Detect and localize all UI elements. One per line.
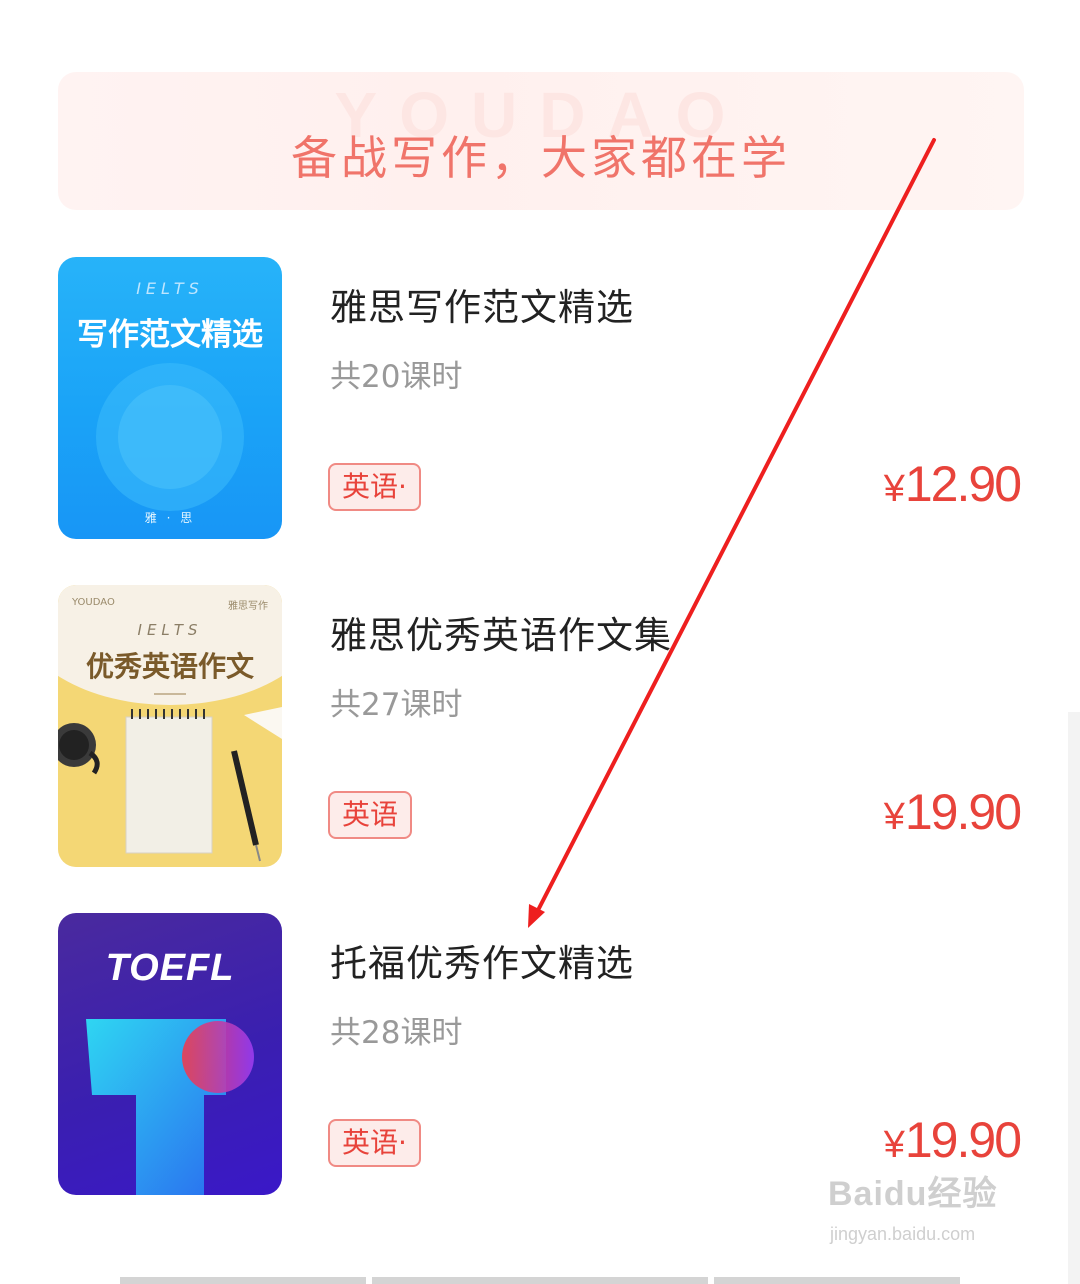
course-title[interactable]: 雅思优秀英语作文集	[330, 605, 672, 659]
section-banner: YOUDAO 备战写作，大家都在学	[58, 72, 1024, 210]
cover-brand: YOUDAO	[72, 597, 115, 608]
price-value: 19.90	[904, 784, 1022, 840]
course-item[interactable]: YOUDAO 雅思写作 IELTS 优秀英语作文 雅思优秀英语作文集 共27课时…	[58, 585, 1024, 867]
category-tag: 英语	[328, 791, 413, 839]
course-item[interactable]: IELTS 写作范文精选 雅 · 思 雅思写作范文精选 共20课时 英语· ¥1…	[58, 257, 1024, 539]
badge-icon	[96, 363, 244, 511]
course-cover[interactable]: TOEFL	[58, 913, 282, 1195]
course-cover[interactable]: IELTS 写作范文精选 雅 · 思	[58, 257, 282, 539]
price-value: 19.90	[904, 1112, 1022, 1168]
cover-divider	[154, 693, 186, 695]
course-price: ¥19.90	[883, 783, 1022, 841]
banner-title: 备战写作，大家都在学	[291, 131, 791, 185]
cover-footer: 雅 · 思	[144, 511, 196, 525]
cover-title: 写作范文精选	[77, 317, 263, 353]
scrollbar-track[interactable]	[1068, 712, 1080, 1284]
course-price: ¥12.90	[883, 455, 1022, 513]
notebook-icon	[58, 707, 282, 862]
course-lessons: 共27课时	[330, 687, 463, 723]
bottom-tab-indicator[interactable]	[372, 1277, 708, 1284]
course-title[interactable]: 托福优秀作文精选	[330, 933, 634, 987]
category-tag: 英语·	[328, 1119, 421, 1167]
toefl-t-icon	[86, 1019, 254, 1195]
cover-corner: 雅思写作	[228, 601, 268, 612]
category-tag: 英语·	[328, 463, 421, 511]
price-symbol: ¥	[883, 1124, 905, 1166]
cover-title: TOEFL	[105, 947, 235, 989]
course-cover[interactable]: YOUDAO 雅思写作 IELTS 优秀英语作文	[58, 585, 282, 867]
course-lessons: 共28课时	[330, 1015, 463, 1051]
course-lessons: 共20课时	[330, 359, 463, 395]
cover-top-label: IELTS	[136, 279, 204, 298]
course-price: ¥19.90	[883, 1111, 1022, 1169]
course-item[interactable]: TOEFL 托福优秀作文精选 共28课时 英语· ¥19.90	[58, 913, 1024, 1195]
bottom-tab-indicator[interactable]	[714, 1277, 960, 1284]
price-symbol: ¥	[883, 796, 905, 838]
bottom-tab-indicator[interactable]	[120, 1277, 366, 1284]
cover-top-label: IELTS	[137, 621, 203, 639]
course-title[interactable]: 雅思写作范文精选	[330, 277, 634, 331]
watermark-brand: Baidu经验	[828, 1175, 998, 1213]
price-symbol: ¥	[883, 468, 905, 510]
price-value: 12.90	[904, 456, 1022, 512]
cover-title: 优秀英语作文	[85, 650, 254, 683]
baidu-watermark: Baidu经验 jingyan.baidu.com	[828, 1166, 1024, 1256]
watermark-url: jingyan.baidu.com	[830, 1224, 976, 1244]
